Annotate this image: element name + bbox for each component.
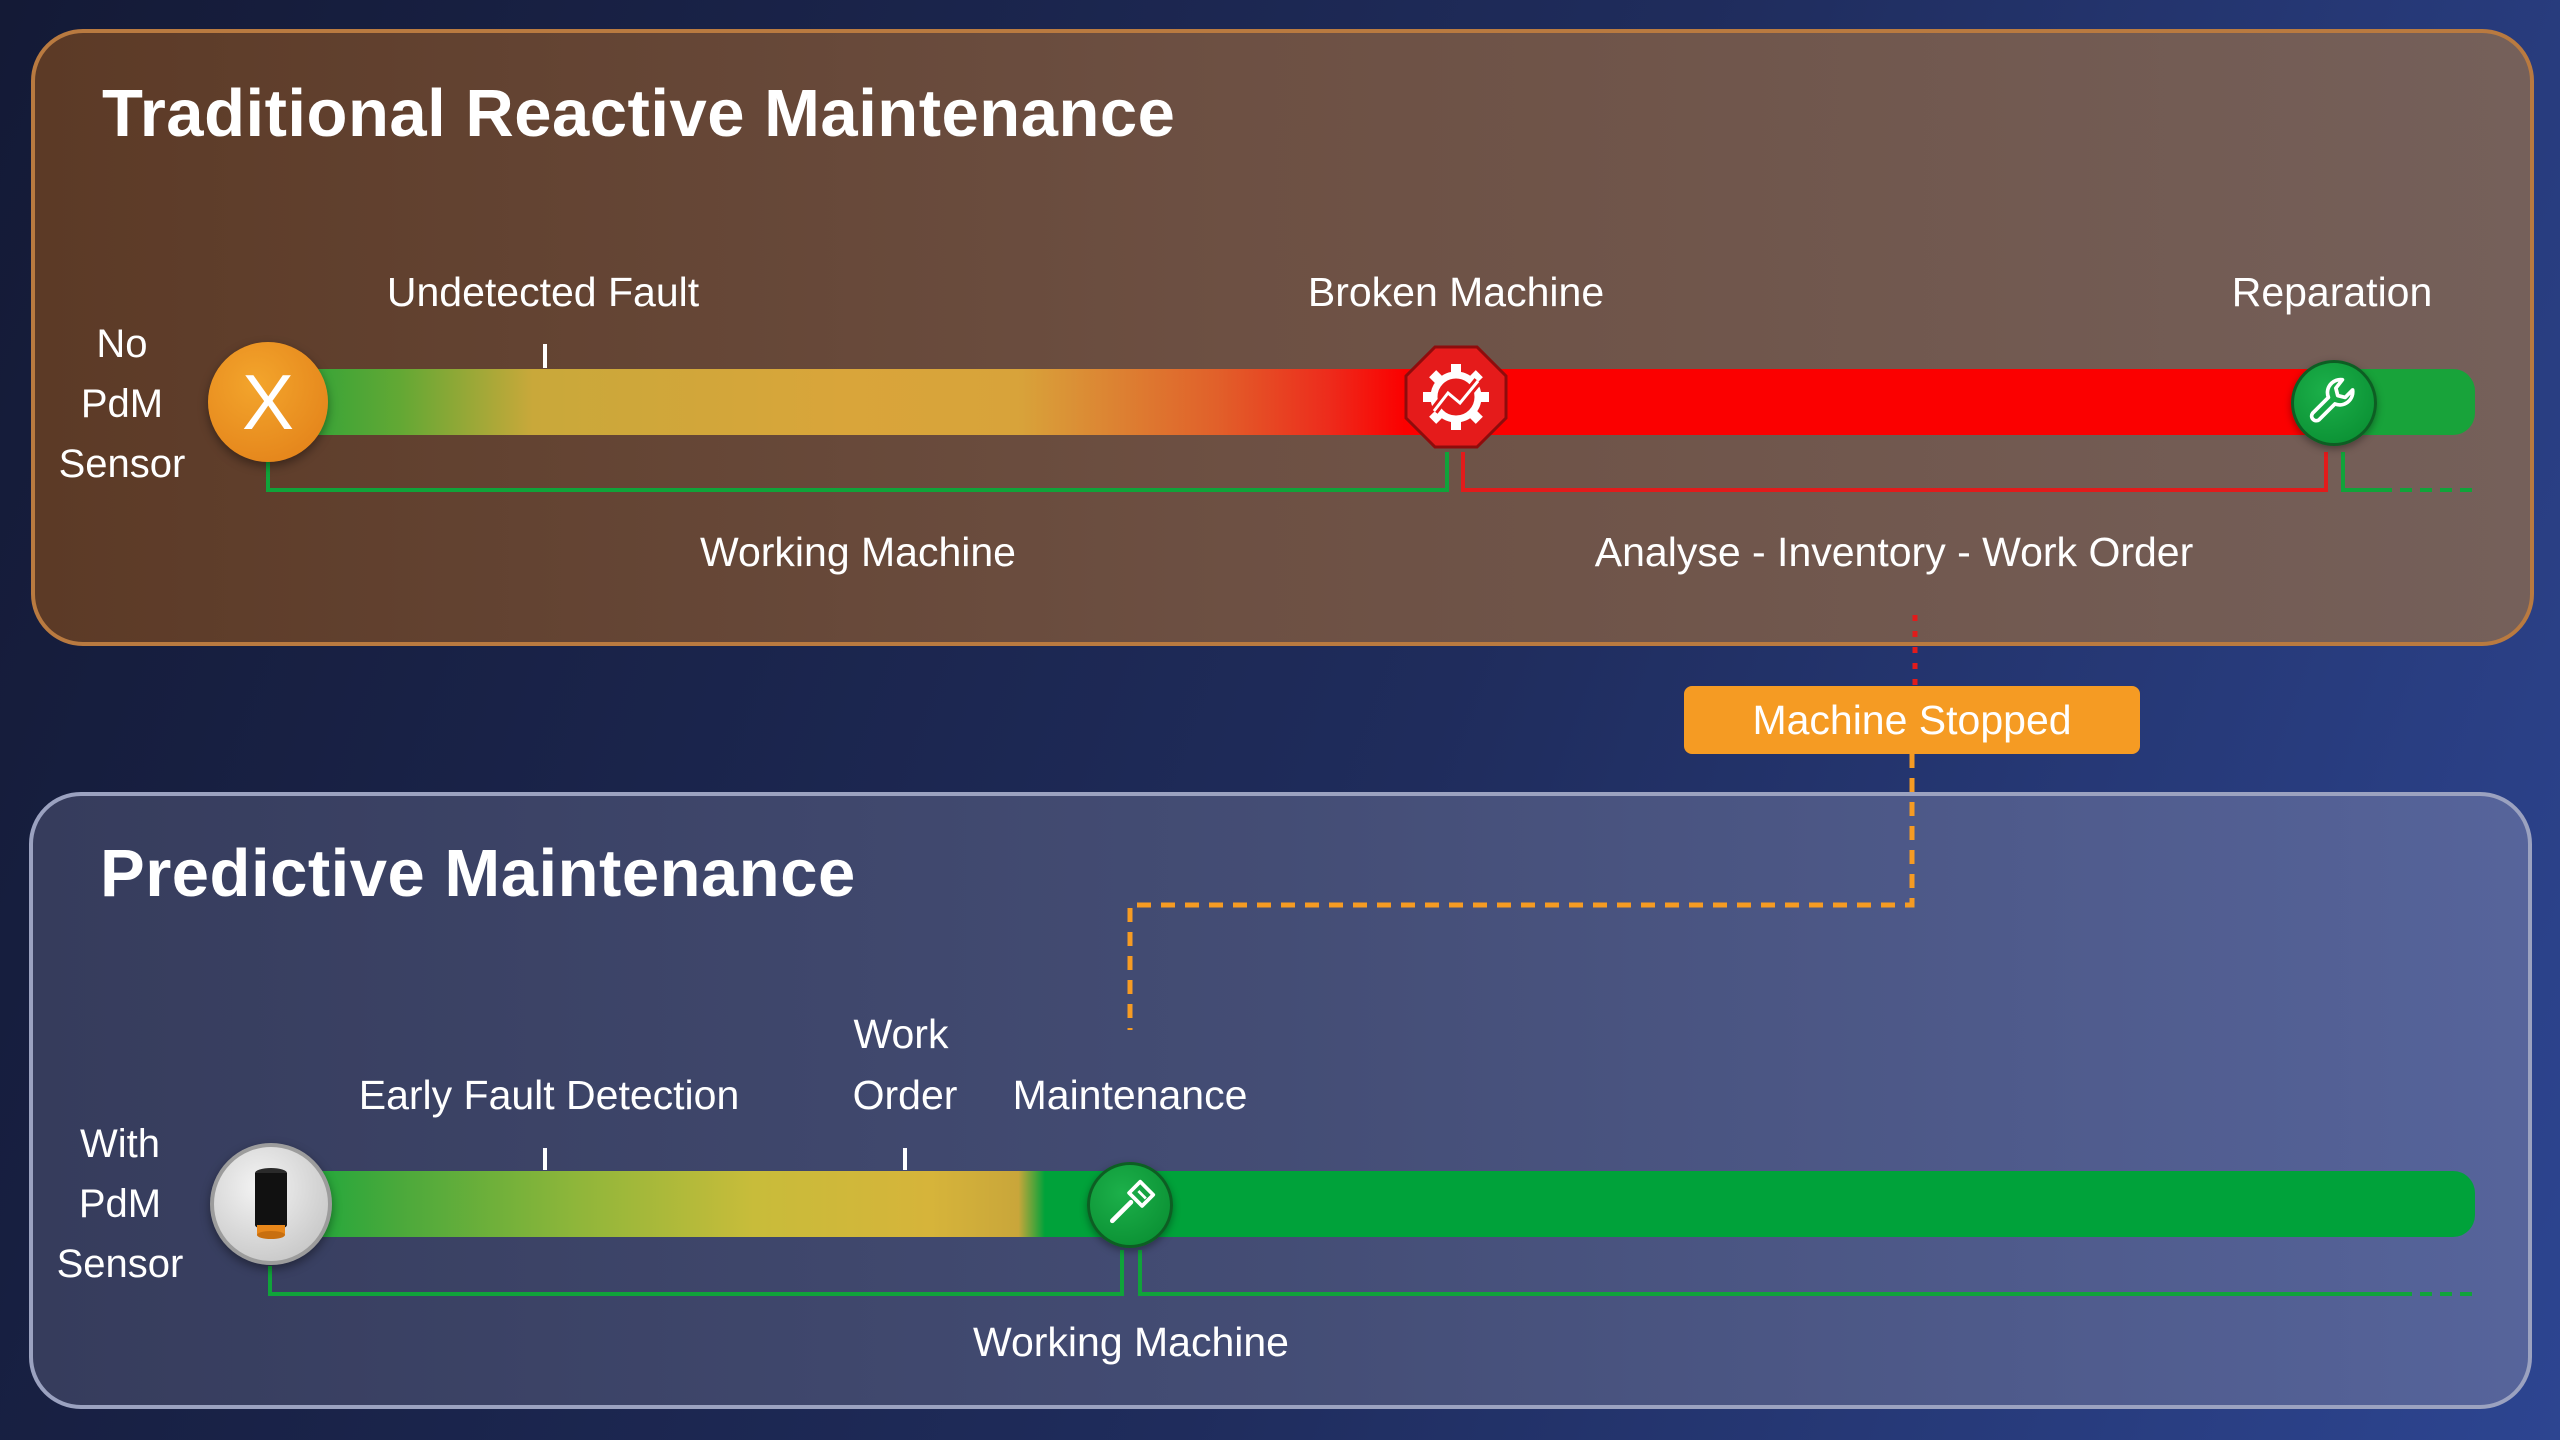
reparation-label: Reparation — [2231, 269, 2433, 315]
early-fault-detection-label: Early Fault Detection — [358, 1072, 740, 1118]
maintenance-label: Maintenance — [1012, 1072, 1248, 1118]
no-pdm-sensor-label: No PdM Sensor — [58, 322, 186, 486]
work-order-label-line2: Order — [852, 1072, 958, 1118]
pdm-sensor-icon — [210, 1143, 332, 1265]
machine-stopped-badge: Machine Stopped — [1684, 686, 2140, 754]
broken-gear-stop-icon — [1404, 345, 1508, 449]
predictive-title: Predictive Maintenance — [100, 836, 856, 911]
working-machine-label-bottom: Working Machine — [973, 1319, 1289, 1365]
reactive-timeline-bar — [268, 369, 2475, 435]
predictive-timeline-bar — [268, 1171, 2475, 1237]
broken-machine-label: Broken Machine — [1307, 269, 1605, 315]
screwdriver-icon — [1087, 1162, 1173, 1248]
wrench-icon — [2291, 360, 2377, 446]
reactive-title: Traditional Reactive Maintenance — [102, 76, 1176, 151]
work-order-label-line1: Work — [853, 1011, 949, 1057]
with-pdm-sensor-label: With PdM Sensor — [56, 1122, 184, 1286]
downtime-steps-label: Analyse - Inventory - Work Order — [1594, 529, 2194, 575]
working-machine-label-top: Working Machine — [700, 529, 1016, 575]
undetected-fault-label: Undetected Fault — [386, 269, 700, 315]
no-sensor-x-icon: X — [208, 342, 328, 462]
